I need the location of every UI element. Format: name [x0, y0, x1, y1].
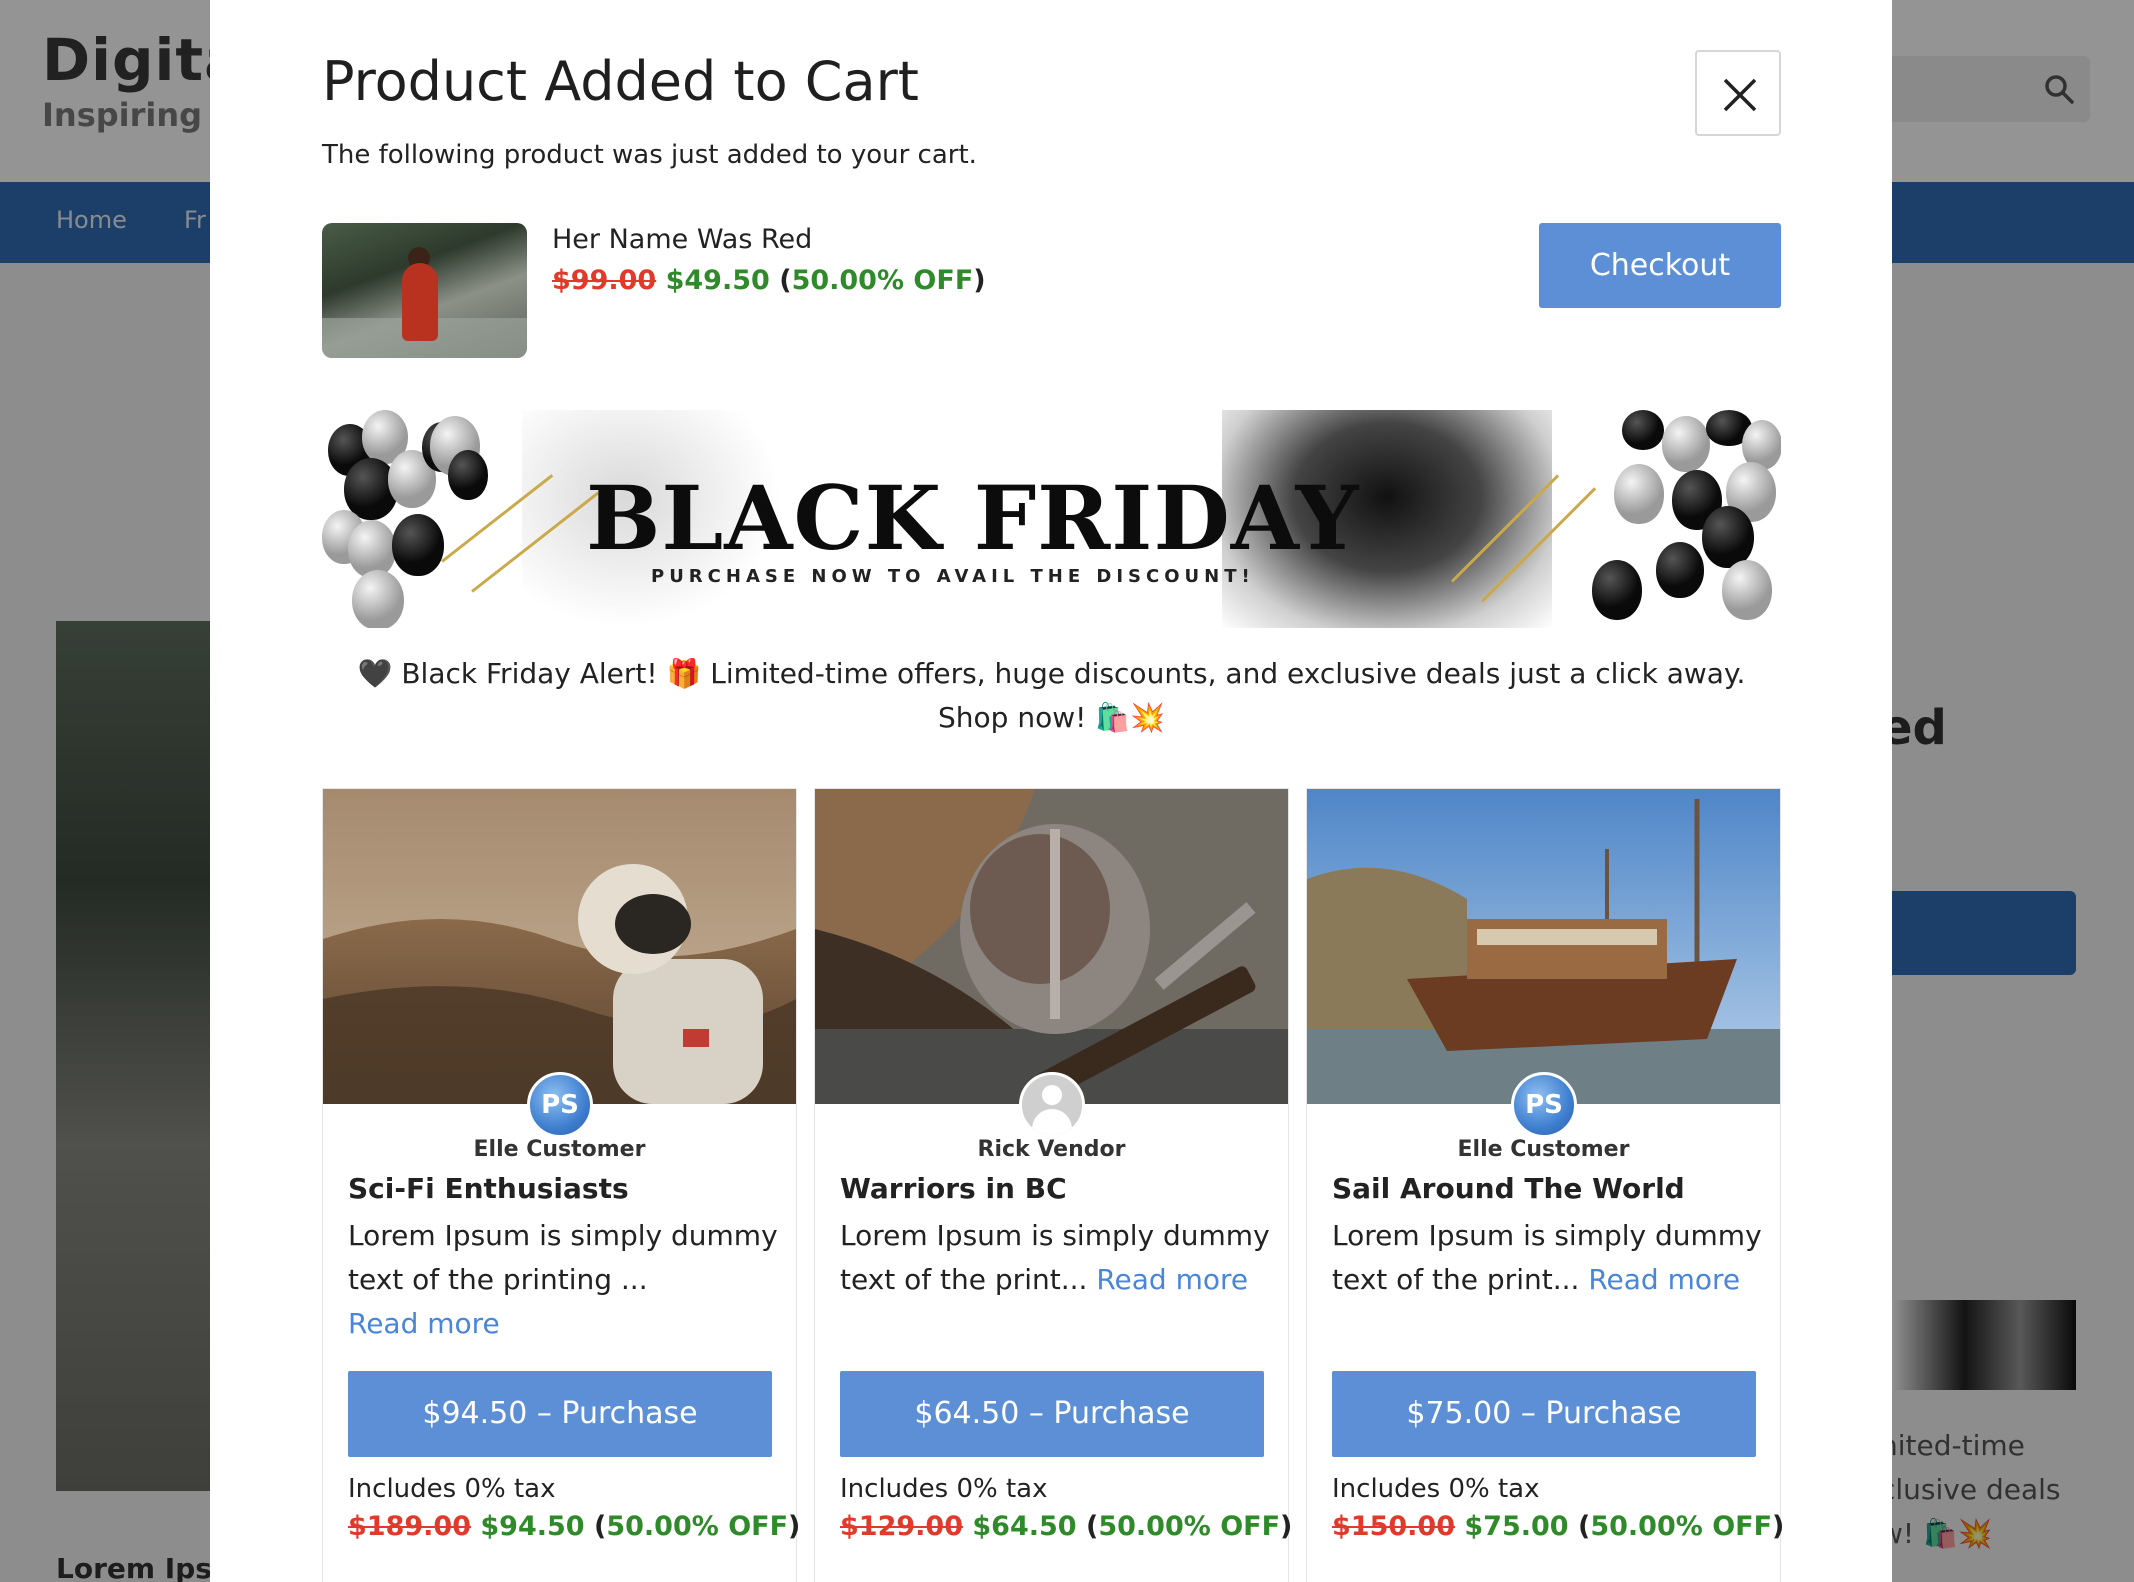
read-more-link[interactable]: Read more: [348, 1307, 500, 1340]
product-description: Lorem Ipsum is simply dummy text of the …: [1332, 1214, 1762, 1302]
balloon: [1702, 506, 1754, 568]
old-price: $189.00: [348, 1511, 471, 1542]
product-price: $189.00 $94.50 (50.00% OFF): [348, 1511, 800, 1542]
discount-label: 50.00% OFF: [791, 265, 974, 296]
balloon: [1614, 464, 1664, 524]
black-friday-banner[interactable]: BLACK FRIDAY PURCHASE NOW TO AVAIL THE D…: [322, 410, 1781, 628]
description-text: Lorem Ipsum is simply dummy text of the …: [348, 1219, 778, 1296]
product-price: $129.00 $64.50 (50.00% OFF): [840, 1511, 1292, 1542]
banner-title: BLACK FRIDAY: [586, 466, 1360, 570]
product-image-warriors: [815, 789, 1288, 1104]
sale-price: $75.00: [1464, 1511, 1569, 1542]
product-image[interactable]: [1307, 789, 1780, 1104]
vendor-name[interactable]: Elle Customer: [323, 1137, 796, 1162]
product-image-scifi: [323, 789, 796, 1104]
avatar-body: [1032, 1109, 1072, 1135]
discount-label: 50.00% OFF: [606, 1511, 789, 1542]
avatar-head: [1042, 1085, 1062, 1105]
product-image-sail: [1307, 789, 1780, 1104]
discount-close: ): [973, 265, 986, 296]
vendor-name[interactable]: Elle Customer: [1307, 1137, 1780, 1162]
tax-note: Includes 0% tax: [1332, 1474, 1540, 1504]
product-image[interactable]: [815, 789, 1288, 1104]
close-button[interactable]: [1695, 50, 1781, 136]
product-title[interactable]: Warriors in BC: [840, 1172, 1067, 1205]
added-to-cart-modal: Product Added to Cart The following prod…: [210, 0, 1892, 1582]
old-price: $99.00: [552, 265, 657, 296]
product-title[interactable]: Sail Around The World: [1332, 1172, 1685, 1205]
discount-open: (: [779, 265, 792, 296]
old-price: $129.00: [840, 1511, 963, 1542]
product-description: Lorem Ipsum is simply dummy text of the …: [348, 1214, 778, 1346]
vendor-name[interactable]: Rick Vendor: [815, 1137, 1288, 1162]
product-card: PS Elle Customer Sci-Fi Enthusiasts Lore…: [322, 788, 800, 1582]
thumbnail-figure: [402, 263, 438, 341]
discount-close: ): [1772, 1511, 1785, 1542]
discount-open: (: [594, 1511, 607, 1542]
balloon: [1722, 560, 1772, 620]
sale-price: $49.50: [665, 265, 770, 296]
balloon: [448, 450, 488, 500]
product-card: PS Elle Customer Sail Around The World L…: [1306, 788, 1784, 1582]
ps-logo-icon: PS: [1511, 1072, 1577, 1138]
discount-close: ): [788, 1511, 801, 1542]
purchase-button[interactable]: $94.50 – Purchase: [348, 1371, 772, 1457]
added-product-price: $99.00 $49.50 (50.00% OFF): [552, 265, 986, 296]
balloon: [348, 520, 396, 578]
balloon: [1656, 542, 1704, 598]
modal-title: Product Added to Cart: [322, 50, 919, 113]
close-icon: [1723, 78, 1757, 112]
checkout-button[interactable]: Checkout: [1539, 223, 1781, 308]
ps-logo-icon: PS: [527, 1072, 593, 1138]
black-friday-alert: 🖤 Black Friday Alert! 🎁 Limited-time off…: [357, 657, 1746, 734]
discount-label: 50.00% OFF: [1098, 1511, 1281, 1542]
banner-subtitle: PURCHASE NOW TO AVAIL THE DISCOUNT!: [651, 566, 1255, 587]
discount-close: ): [1280, 1511, 1293, 1542]
discount-label: 50.00% OFF: [1590, 1511, 1773, 1542]
balloon: [392, 514, 444, 576]
purchase-button[interactable]: $75.00 – Purchase: [1332, 1371, 1756, 1457]
discount-open: (: [1578, 1511, 1591, 1542]
balloon: [352, 570, 404, 628]
product-title[interactable]: Sci-Fi Enthusiasts: [348, 1172, 629, 1205]
old-price: $150.00: [1332, 1511, 1455, 1542]
tax-note: Includes 0% tax: [348, 1474, 556, 1504]
sale-price: $64.50: [972, 1511, 1077, 1542]
balloon: [1622, 410, 1664, 450]
added-product-thumbnail[interactable]: [322, 223, 527, 358]
read-more-link[interactable]: Read more: [1096, 1263, 1248, 1296]
purchase-button[interactable]: $64.50 – Purchase: [840, 1371, 1264, 1457]
product-image[interactable]: [323, 789, 796, 1104]
modal-subtitle: The following product was just added to …: [322, 140, 977, 170]
product-card: Rick Vendor Warriors in BC Lorem Ipsum i…: [814, 788, 1292, 1582]
read-more-link[interactable]: Read more: [1588, 1263, 1740, 1296]
added-product-name[interactable]: Her Name Was Red: [552, 224, 812, 255]
discount-open: (: [1086, 1511, 1099, 1542]
balloon: [1662, 416, 1710, 472]
product-description: Lorem Ipsum is simply dummy text of the …: [840, 1214, 1270, 1302]
default-avatar-icon: [1019, 1072, 1085, 1138]
product-price: $150.00 $75.00 (50.00% OFF): [1332, 1511, 1784, 1542]
tax-note: Includes 0% tax: [840, 1474, 1048, 1504]
balloon: [1592, 560, 1642, 620]
sale-price: $94.50: [480, 1511, 585, 1542]
